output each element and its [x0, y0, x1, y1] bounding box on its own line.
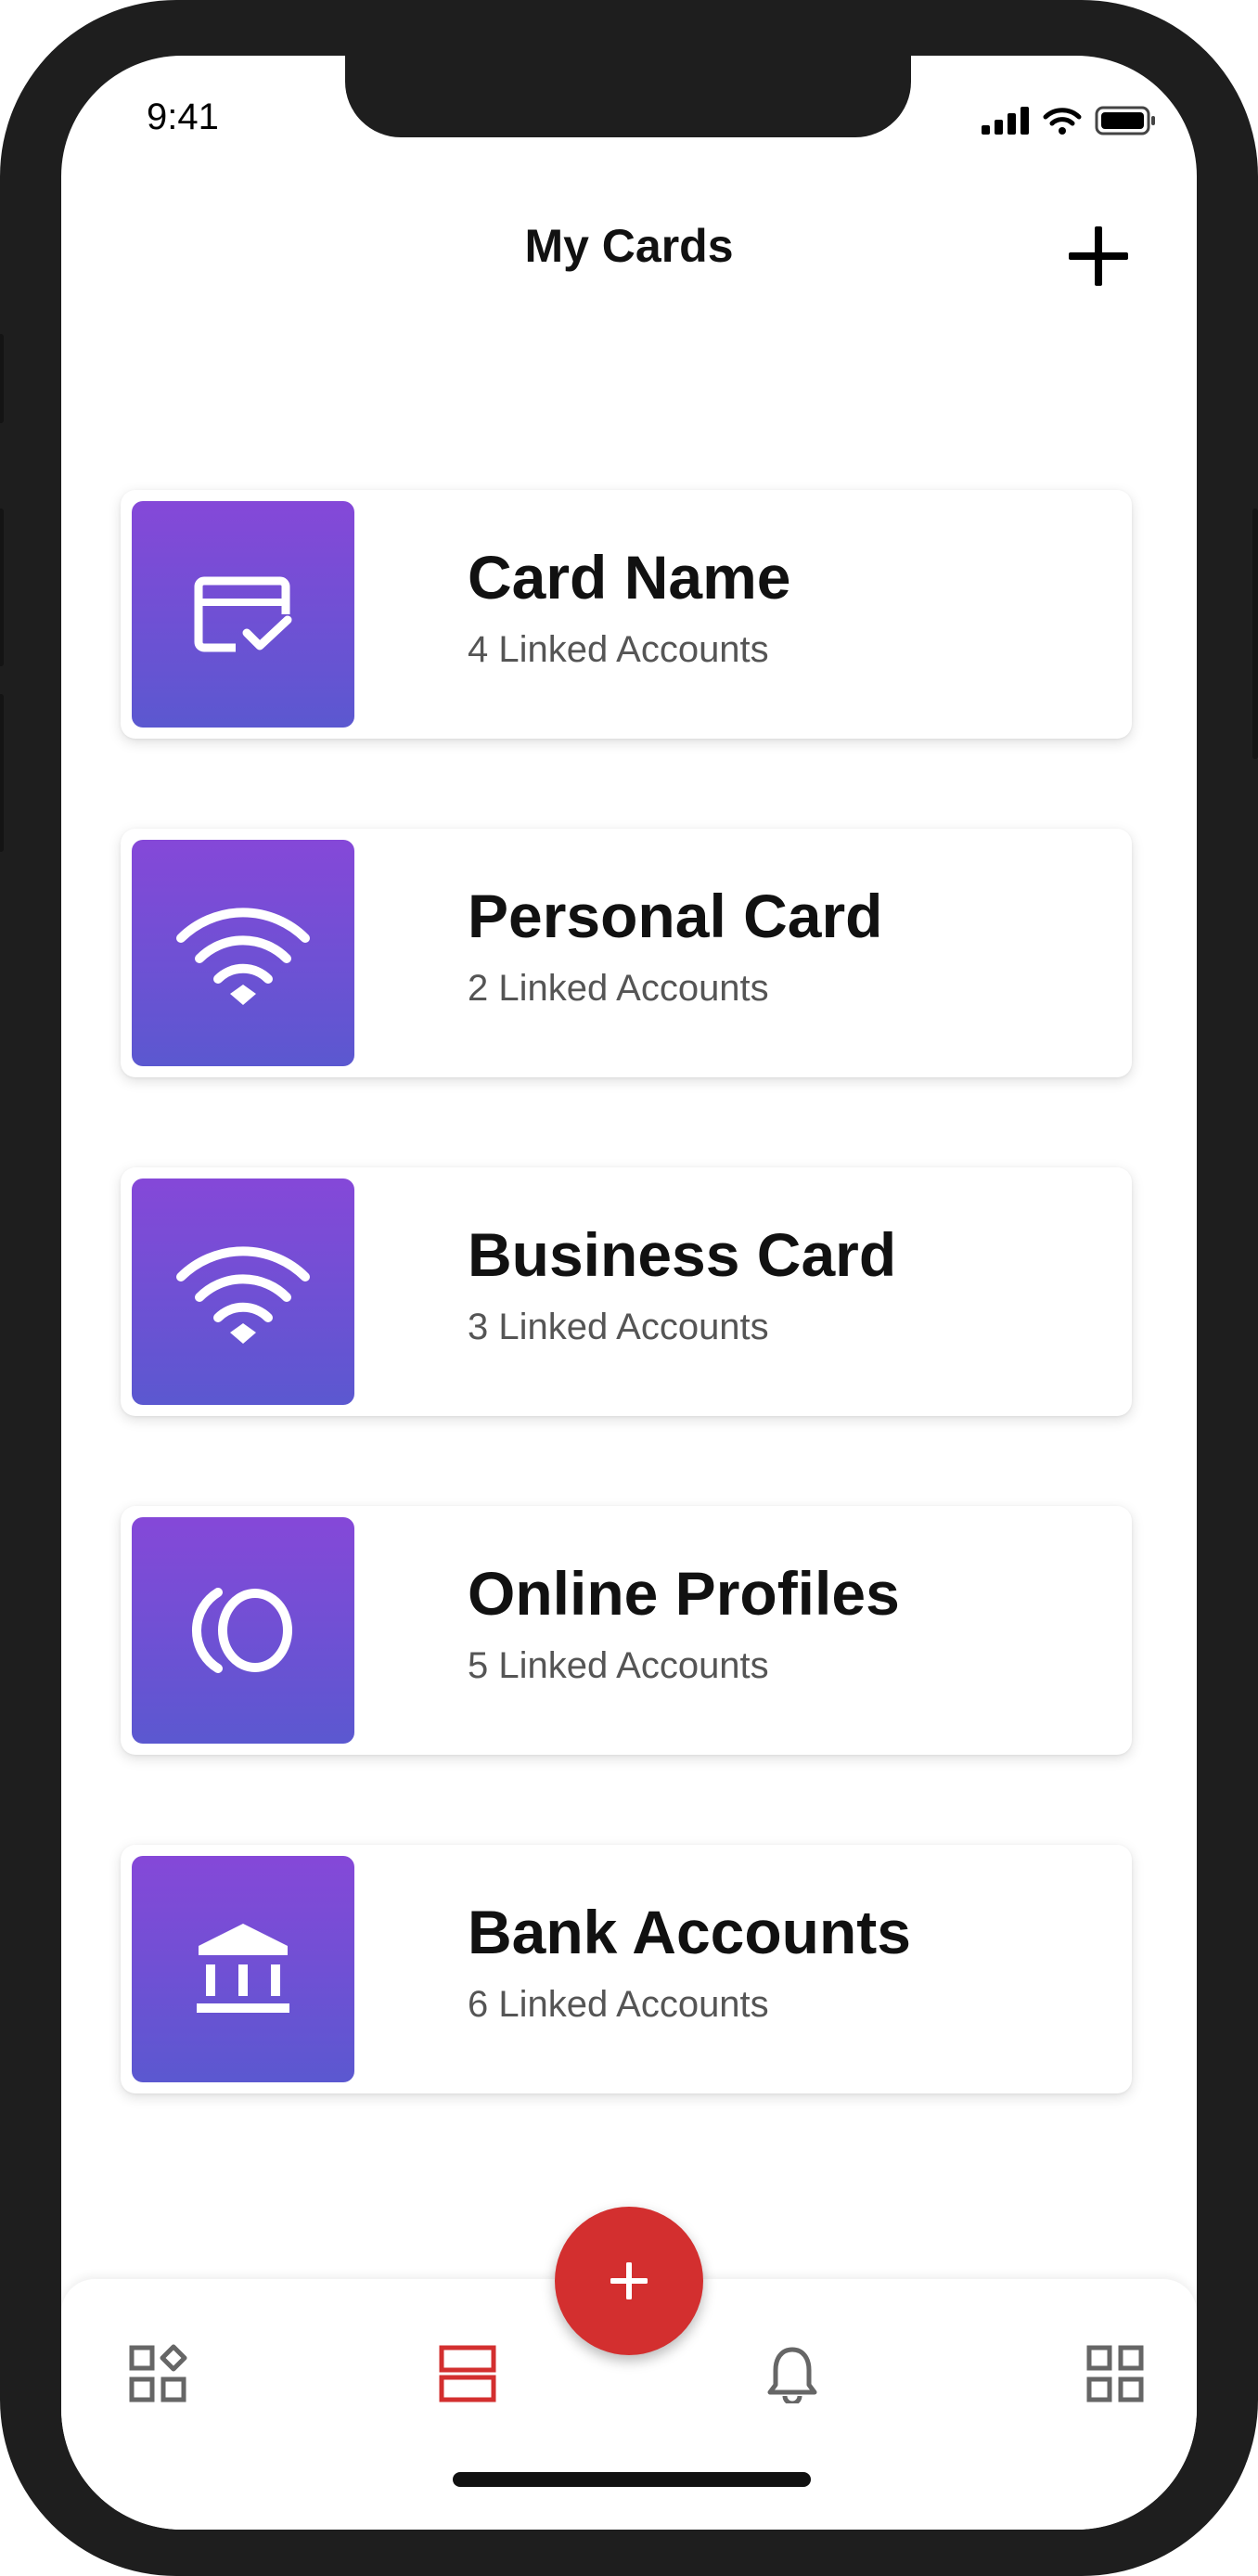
- tab-cards[interactable]: [438, 2344, 497, 2403]
- wifi-icon: [176, 908, 310, 1005]
- bell-icon: [767, 2347, 817, 2406]
- bank-icon: [197, 1924, 289, 2013]
- profile-rings-icon: [191, 1588, 292, 1673]
- card-item[interactable]: Business Card 3 Linked Accounts: [121, 1167, 1132, 1416]
- screen: 9:41 My Cards Card Name 4 Linked Account…: [61, 56, 1197, 2530]
- wifi-status-icon: [1043, 108, 1082, 135]
- volume-up-button: [0, 509, 4, 666]
- mute-switch: [0, 334, 4, 423]
- card-linked-accounts: 2 Linked Accounts: [468, 968, 769, 1009]
- card-linked-accounts: 4 Linked Accounts: [468, 629, 769, 670]
- card-item[interactable]: Bank Accounts 6 Linked Accounts: [121, 1845, 1132, 2093]
- card-item[interactable]: Card Name 4 Linked Accounts: [121, 490, 1132, 739]
- add-card-button[interactable]: [1061, 219, 1136, 293]
- card-list: Card Name 4 Linked Accounts Personal Car…: [121, 490, 1132, 2183]
- card-name: Online Profiles: [468, 1559, 900, 1628]
- tab-widgets[interactable]: [128, 2344, 187, 2403]
- card-name: Bank Accounts: [468, 1898, 911, 1966]
- tab-grid[interactable]: [1085, 2344, 1145, 2403]
- card-linked-accounts: 5 Linked Accounts: [468, 1645, 769, 1686]
- battery-icon: [1095, 106, 1155, 135]
- card-linked-accounts: 6 Linked Accounts: [468, 1984, 769, 2025]
- plus-icon: [1069, 226, 1128, 286]
- grid-icon: [1086, 2345, 1144, 2402]
- plus-icon: [610, 2262, 648, 2299]
- tab-notifications[interactable]: [763, 2344, 822, 2406]
- card-tile: [132, 1179, 354, 1405]
- card-tile: [132, 1517, 354, 1744]
- home-indicator: [453, 2472, 811, 2487]
- status-time: 9:41: [147, 97, 219, 137]
- card-item[interactable]: Online Profiles 5 Linked Accounts: [121, 1506, 1132, 1755]
- card-name: Personal Card: [468, 882, 883, 950]
- signal-icon: [982, 107, 1029, 135]
- card-tile: [132, 1856, 354, 2082]
- volume-down-button: [0, 694, 4, 852]
- card-check-icon: [194, 576, 292, 652]
- fab-add-button[interactable]: [555, 2207, 703, 2355]
- card-name: Card Name: [468, 543, 791, 612]
- card-linked-accounts: 3 Linked Accounts: [468, 1307, 769, 1347]
- phone-frame: 9:41 My Cards Card Name 4 Linked Account…: [0, 0, 1258, 2576]
- wifi-icon: [176, 1246, 310, 1344]
- status-icons: [982, 106, 1156, 135]
- card-tile: [132, 501, 354, 728]
- power-button: [1252, 509, 1258, 759]
- card-item[interactable]: Personal Card 2 Linked Accounts: [121, 829, 1132, 1077]
- page-title: My Cards: [524, 220, 734, 272]
- cards-icon: [439, 2345, 496, 2402]
- card-tile: [132, 840, 354, 1066]
- card-name: Business Card: [468, 1220, 897, 1289]
- notch: [345, 56, 911, 137]
- widgets-icon: [129, 2344, 187, 2402]
